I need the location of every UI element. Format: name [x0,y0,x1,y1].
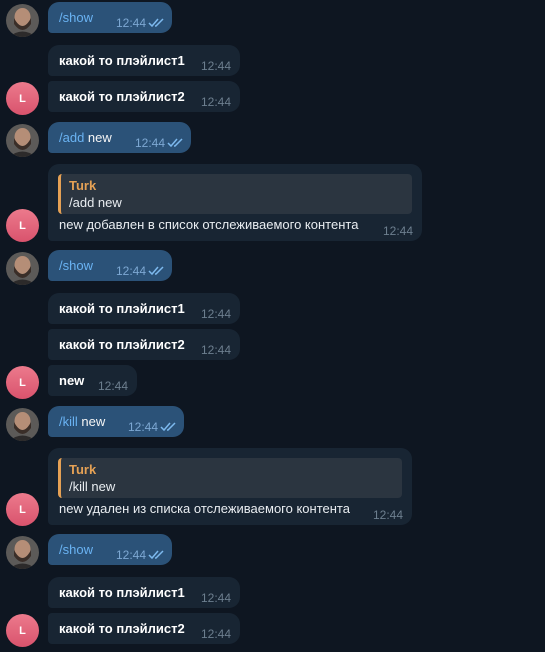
message-bubble[interactable]: /show 12:44 [48,534,172,565]
message-bubble[interactable]: какой то плэйлист1 12:44 [48,45,240,76]
message-bubble[interactable]: /kill new 12:44 [48,406,184,437]
message-bubble[interactable]: /show 12:44 [48,2,172,33]
bot-avatar-letter: L [19,376,26,389]
bot-avatar-letter: L [19,219,26,232]
user-avatar-photo [6,124,39,157]
reply-message-bubble[interactable]: Turk /kill new new удален из списка отсл… [48,448,412,525]
message-text: какой то плэйлист1 [59,53,185,68]
quote-text: /add new [69,195,122,210]
command-link[interactable]: /kill [59,414,78,429]
message-bubble[interactable]: какой то плэйлист1 12:44 [48,293,240,324]
command-link[interactable]: /add [59,130,84,145]
read-checkmarks-icon [148,266,164,276]
user-avatar[interactable] [6,536,39,569]
bot-avatar[interactable]: L [6,366,39,399]
message-text[interactable]: /add new [59,130,112,145]
message-text[interactable]: /kill new [59,414,105,429]
user-avatar[interactable] [6,252,39,285]
message-time: 12:44 [115,264,146,278]
message-text: какой то плэйлист2 [59,337,185,352]
user-avatar-photo [6,408,39,441]
command-link[interactable]: /show [59,258,93,273]
message-text[interactable]: /show [59,258,93,273]
message-bubble[interactable]: какой то плэйлист2 12:44 [48,613,240,644]
message-bubble[interactable]: какой то плэйлист2 12:44 [48,329,240,360]
message-bubble[interactable]: какой то плэйлист1 12:44 [48,577,240,608]
message-time: 12:44 [200,343,231,357]
user-avatar[interactable] [6,408,39,441]
message-time: 12:44 [134,136,165,150]
read-checkmarks-icon [167,138,183,148]
command-link[interactable]: /show [59,10,93,25]
read-checkmarks-icon [148,550,164,560]
reply-message-bubble[interactable]: Turk /add new new добавлен в список отсл… [48,164,422,241]
message-bubble[interactable]: new 12:44 [48,365,137,396]
message-text: new [59,373,85,388]
message-time: 12:44 [200,95,231,109]
message-time: 12:44 [200,59,231,73]
message-text: new добавлен в список отслеживаемого кон… [59,217,359,232]
user-avatar-photo [6,536,39,569]
read-checkmarks-icon [160,422,176,432]
bot-avatar[interactable]: L [6,209,39,242]
message-text: какой то плэйлист1 [59,301,185,316]
quote-author: Turk [69,462,97,477]
quote-text: /kill new [69,479,116,494]
message-text: new удален из списка отслеживаемого конт… [59,501,350,516]
bot-avatar[interactable]: L [6,493,39,526]
message-text: какой то плэйлист2 [59,89,185,104]
read-checkmarks-icon [148,18,164,28]
user-avatar-photo [6,4,39,37]
command-link[interactable]: /show [59,542,93,557]
message-text[interactable]: /show [59,10,93,25]
message-time: 12:44 [200,627,231,641]
bot-avatar[interactable]: L [6,614,39,647]
quote-author: Turk [69,178,97,193]
reply-quote[interactable]: Turk /add new [58,174,412,214]
message-text: какой то плэйлист1 [59,585,185,600]
chat-history: /show 12:44 какой то плэйлист1 12:44 L к… [0,0,545,652]
message-text[interactable]: /show [59,542,93,557]
bot-avatar-letter: L [19,503,26,516]
bot-avatar[interactable]: L [6,82,39,115]
user-avatar-photo [6,252,39,285]
message-time: 12:44 [115,16,146,30]
message-bubble[interactable]: /add new 12:44 [48,122,191,153]
message-bubble[interactable]: какой то плэйлист2 12:44 [48,81,240,112]
message-time: 12:44 [127,420,158,434]
message-bubble[interactable]: /show 12:44 [48,250,172,281]
message-time: 12:44 [200,307,231,321]
bot-avatar-letter: L [19,92,26,105]
bot-avatar-letter: L [19,624,26,637]
reply-quote[interactable]: Turk /kill new [58,458,402,498]
message-time: 12:44 [115,548,146,562]
user-avatar[interactable] [6,4,39,37]
message-time: 12:44 [200,591,231,605]
message-time: 12:44 [382,224,413,238]
message-time: 12:44 [97,379,128,393]
message-time: 12:44 [372,508,403,522]
message-text: какой то плэйлист2 [59,621,185,636]
user-avatar[interactable] [6,124,39,157]
